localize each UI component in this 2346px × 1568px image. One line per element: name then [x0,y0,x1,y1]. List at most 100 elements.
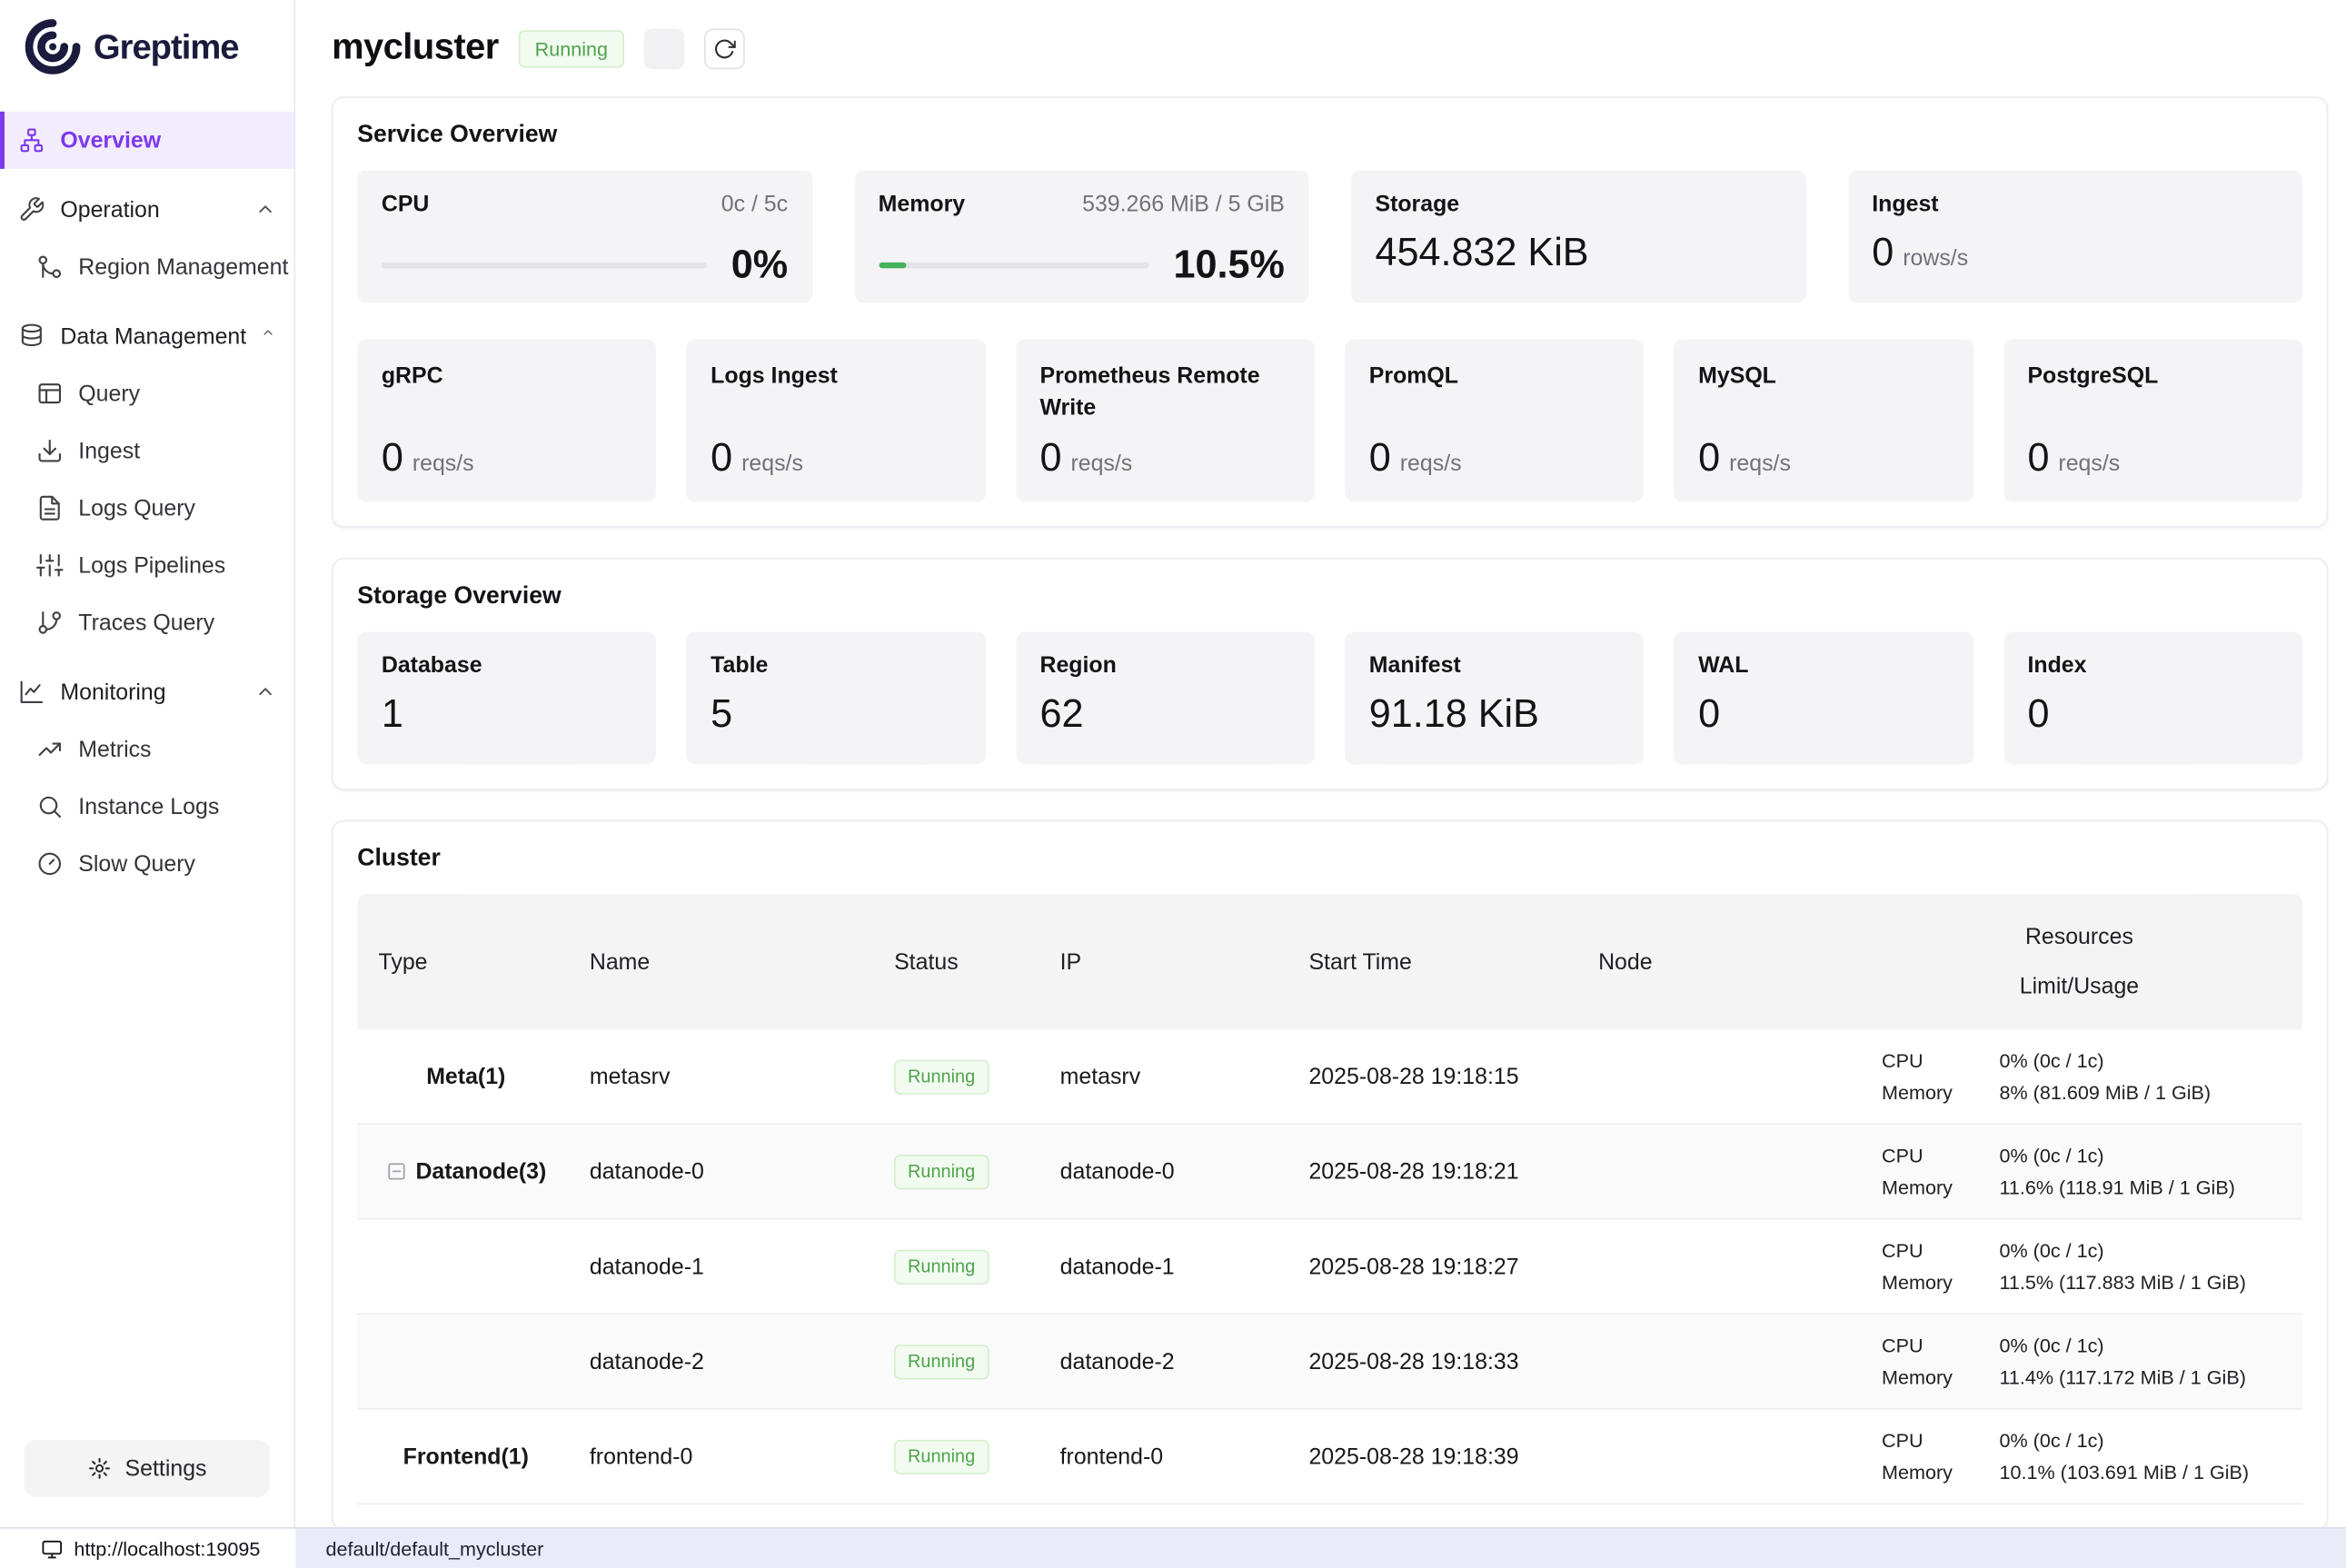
storage-value: 454.832 KiB [1375,229,1781,275]
ingest-label: Ingest [1872,192,1938,217]
column-type: Type [379,949,428,975]
cluster-title: Cluster [357,846,2302,873]
column-resources: Resources [2025,924,2133,949]
cpu-resource-label: CPU [1882,1331,1999,1360]
protocol-value: 0 [711,434,732,480]
sidebar-item-label: Ingest [78,438,140,463]
stat-label: Database [382,653,632,679]
row-start-time: 2025-08-28 19:18:21 [1291,1158,1577,1184]
stat-value: 91.18 KiB [1369,690,1620,737]
protocol-value: 0 [1039,434,1061,480]
database-path: default/default_mycluster [325,1537,543,1560]
memory-resource-label: Memory [1882,1458,1999,1487]
memory-progress-bar [879,262,1149,268]
gauge-icon [36,850,64,878]
row-start-time: 2025-08-28 19:18:27 [1291,1254,1577,1279]
table-row-datanode-2: datanode-2 Running datanode-2 2025-08-28… [357,1315,2302,1410]
memory-stat-card: Memory 539.266 MiB / 5 GiB 10.5% [854,171,1308,303]
sidebar-group-data-management[interactable]: Data Management [0,308,294,365]
sidebar-item-instance-logs[interactable]: Instance Logs [0,778,294,835]
cluster-card: Cluster Type Name Status IP Start Time N… [332,820,2328,1527]
protocol-label: Prometheus Remote Write [1039,361,1290,424]
memory-resource-label: Memory [1882,1078,1999,1107]
file-text-icon [36,494,64,521]
refresh-button[interactable] [704,28,745,69]
sidebar-group-label: Operation [60,197,159,223]
row-start-time: 2025-08-28 19:18:15 [1291,1064,1577,1089]
chart-axis-icon [18,679,45,706]
server-url-chip[interactable]: http://localhost:19095 [0,1529,295,1568]
column-name: Name [590,949,650,975]
memory-resource-value: 11.6% (118.91 MiB / 1 GiB) [1999,1173,2234,1202]
chevron-up-icon [262,325,276,346]
row-start-time: 2025-08-28 19:18:39 [1291,1444,1577,1469]
sidebar-item-query[interactable]: Query [0,365,294,422]
stat-value: 1 [382,690,632,737]
storage-stat-row: Database 1 Table 5 Region 62 Manifest 91… [357,631,2302,764]
protocol-card-grpc: gRPC 0reqs/s [357,339,656,501]
row-name: datanode-1 [574,1254,876,1279]
row-ip: datanode-0 [1042,1158,1291,1184]
table-row-metasrv: Meta(1) metasrv Running metasrv 2025-08-… [357,1029,2302,1125]
cpu-resource-label: CPU [1882,1141,1999,1170]
sidebar-item-label: Logs Pipelines [78,552,225,578]
sidebar-item-overview[interactable]: Overview [0,112,294,169]
minus-square-icon[interactable] [385,1161,406,1182]
chevron-up-icon [254,199,275,220]
blank-action-button[interactable] [644,28,685,69]
sidebar-item-logs-pipelines[interactable]: Logs Pipelines [0,537,294,594]
memory-percent: 10.5% [1174,242,1285,288]
protocol-card-logs-ingest: Logs Ingest 0reqs/s [687,339,986,501]
row-type: Datanode(3) [415,1158,546,1184]
sidebar-item-metrics[interactable]: Metrics [0,720,294,778]
cpu-stat-card: CPU 0c / 5c 0% [357,171,811,303]
service-overview-card: Service Overview CPU 0c / 5c 0% [332,96,2328,528]
sidebar-item-label: Traces Query [78,610,214,635]
settings-button[interactable]: Settings [25,1440,270,1497]
cpu-resource-label: CPU [1882,1236,1999,1265]
protocol-card-mysql: MySQL 0reqs/s [1675,339,1973,501]
row-resources: CPU0% (0c / 1c) Memory11.6% (118.91 MiB … [1856,1141,2302,1201]
sidebar-item-label: Metrics [78,737,151,762]
sidebar-item-slow-query[interactable]: Slow Query [0,835,294,892]
search-icon [36,793,64,820]
cpu-quota: 0c / 5c [721,192,788,217]
cpu-resource-value: 0% (0c / 1c) [1999,1047,2103,1076]
wrench-icon [18,196,45,223]
table-row-frontend-0: Frontend(1) frontend-0 Running frontend-… [357,1410,2302,1505]
storage-stat-card: Storage 454.832 KiB [1351,171,1805,303]
greptime-spiral-logo-icon [25,18,82,75]
service-overview-title: Service Overview [357,122,2302,149]
git-branch-icon [36,609,64,636]
row-ip: datanode-1 [1042,1254,1291,1279]
memory-resource-value: 10.1% (103.691 MiB / 1 GiB) [1999,1458,2249,1487]
table-icon [36,380,64,407]
protocol-label: Logs Ingest [711,361,961,392]
sidebar-group-monitoring[interactable]: Monitoring [0,663,294,720]
memory-resource-value: 11.5% (117.883 MiB / 1 GiB) [1999,1268,2245,1297]
cluster-status-badge: Running [518,29,624,66]
protocol-label: PostgreSQL [2027,361,2278,392]
row-name: metasrv [574,1064,876,1089]
cpu-resource-value: 0% (0c / 1c) [1999,1141,2103,1170]
sidebar-group-operation[interactable]: Operation [0,181,294,238]
server-url: http://localhost:19095 [74,1537,260,1560]
stat-label: Table [711,653,961,679]
cpu-resource-value: 0% (0c / 1c) [1999,1426,2103,1455]
sidebar-item-traces-query[interactable]: Traces Query [0,594,294,651]
table-row-datanode-1: datanode-1 Running datanode-1 2025-08-28… [357,1220,2302,1315]
sidebar-item-ingest[interactable]: Ingest [0,422,294,480]
row-status-badge: Running [894,1439,989,1474]
stat-label: Index [2027,653,2278,679]
memory-resource-label: Memory [1882,1363,1999,1392]
sidebar-item-region-management[interactable]: Region Management [0,238,294,295]
monitor-icon [41,1537,64,1560]
protocol-unit: reqs/s [1400,451,1462,476]
protocol-stat-row: gRPC 0reqs/s Logs Ingest 0reqs/s Prometh… [357,339,2302,501]
brand-logo[interactable]: Greptime [0,0,294,91]
main-content: mycluster Running Service Overview CPU 0… [295,0,2346,1527]
sidebar-item-logs-query[interactable]: Logs Query [0,480,294,537]
brand-name: Greptime [94,26,239,67]
memory-resource-label: Memory [1882,1268,1999,1297]
row-name: datanode-2 [574,1348,876,1374]
